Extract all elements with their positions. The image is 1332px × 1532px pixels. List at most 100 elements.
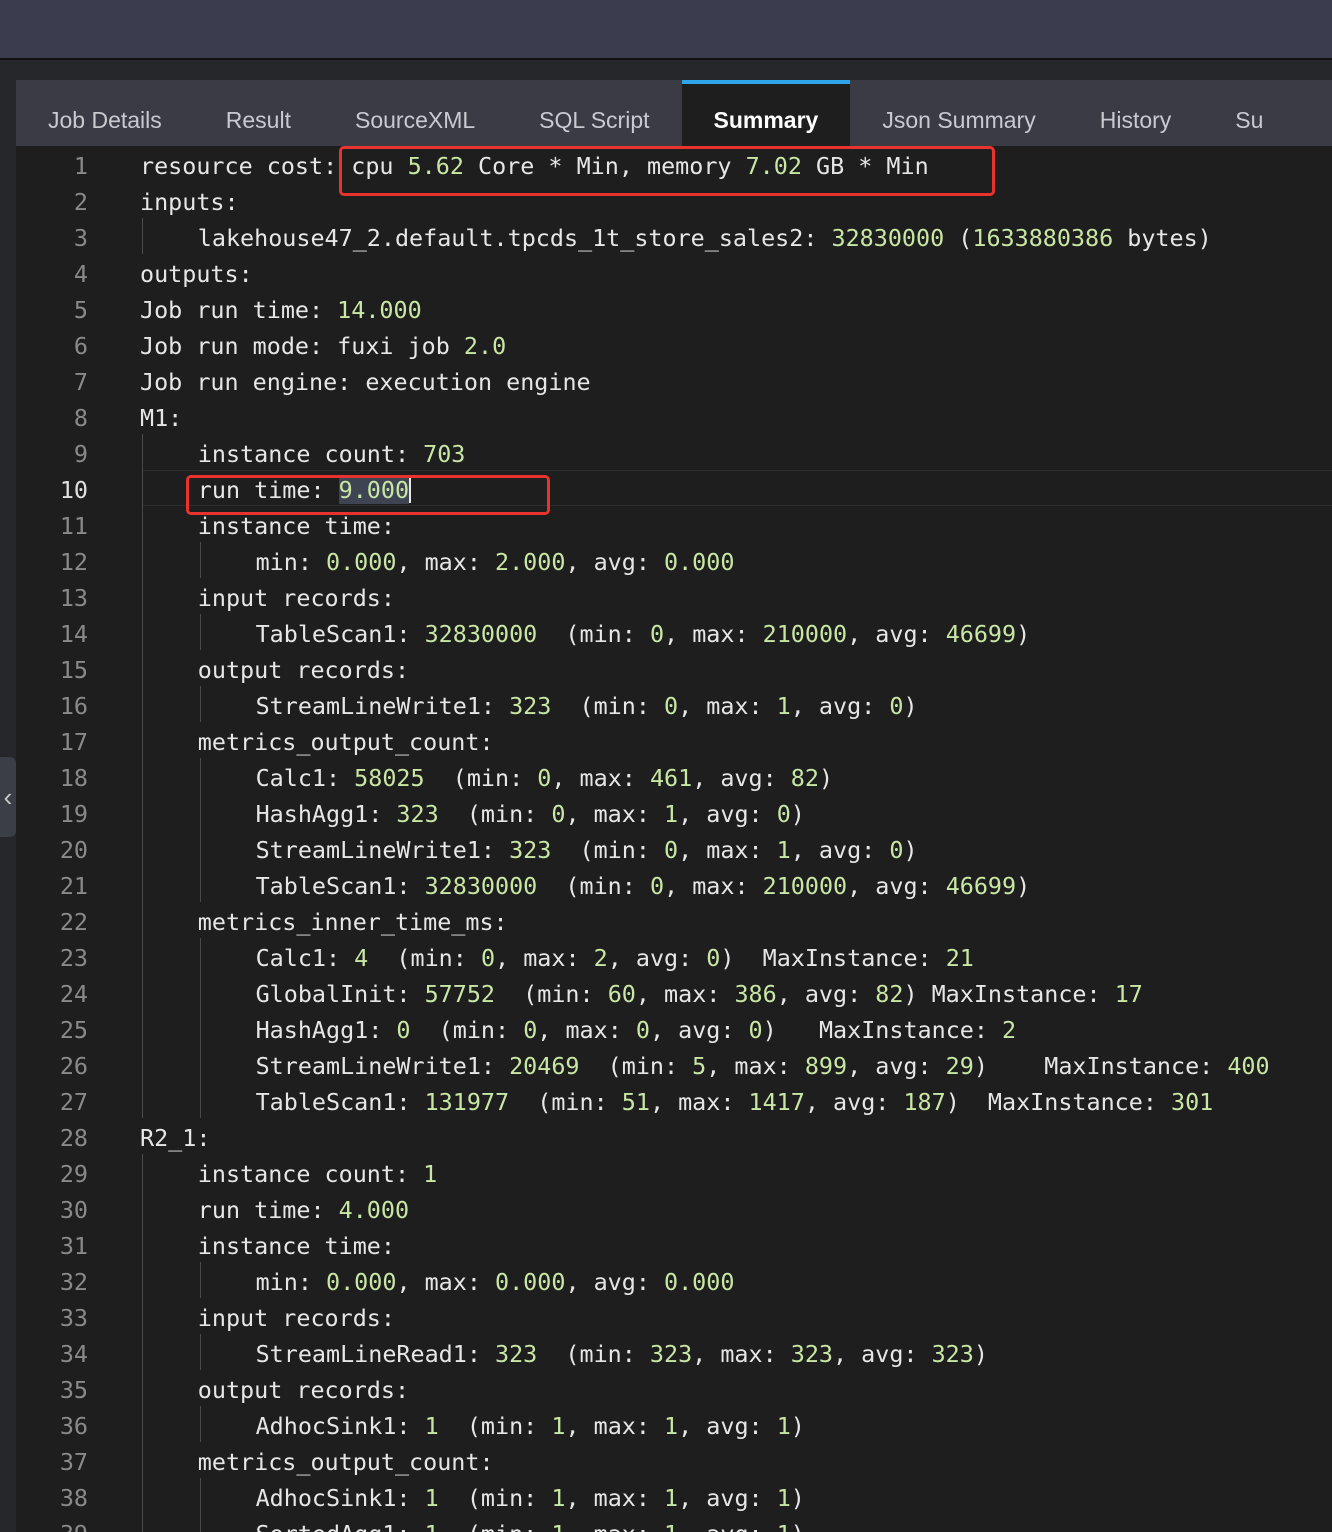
line-text: AdhocSink1: 1 (min: 1, max: 1, avg: 1)	[255, 1412, 805, 1440]
indent-guide	[199, 938, 201, 974]
indent-guide	[142, 686, 143, 722]
indent-guide	[199, 1406, 201, 1442]
code-line[interactable]: 36 AdhocSink1: 1 (min: 1, max: 1, avg: 1)	[16, 1406, 1332, 1442]
code-line[interactable]: 29 instance count: 1	[16, 1154, 1332, 1190]
summary-code-editor[interactable]: 1 resource cost: cpu 5.62 Core * Min, mem…	[16, 146, 1332, 1532]
code-line[interactable]: 1 resource cost: cpu 5.62 Core * Min, mem…	[16, 146, 1332, 182]
tab-sql-script[interactable]: SQL Script	[507, 80, 681, 146]
code-line[interactable]: 2 inputs:	[16, 182, 1332, 218]
code-line[interactable]: 24 GlobalInit: 57752 (min: 60, max: 386, …	[16, 974, 1332, 1010]
indent-guide	[142, 470, 143, 506]
line-number: 12	[59, 548, 88, 576]
line-text: TableScan1: 131977 (min: 51, max: 1417, …	[255, 1088, 1214, 1116]
line-number: 14	[59, 620, 88, 648]
line-text: input records:	[197, 584, 395, 612]
indent-guide	[142, 218, 143, 254]
line-text: StreamLineRead1: 323 (min: 323, max: 323…	[255, 1340, 988, 1368]
indent-guide	[142, 938, 143, 974]
indent-guide	[142, 1514, 143, 1532]
indent-guide	[199, 1010, 201, 1046]
indent-guide	[199, 1334, 201, 1370]
code-line[interactable]: 23 Calc1: 4 (min: 0, max: 2, avg: 0) MaxI…	[16, 938, 1332, 974]
indent-guide	[142, 1046, 143, 1082]
code-line[interactable]: 5 Job run time: 14.000	[16, 290, 1332, 326]
code-line[interactable]: 14 TableScan1: 32830000 (min: 0, max: 210…	[16, 614, 1332, 650]
line-text: run time: 9.000	[197, 475, 412, 504]
line-text: R2_1:	[140, 1124, 211, 1152]
code-line[interactable]: 34 StreamLineRead1: 323 (min: 323, max: 3…	[16, 1334, 1332, 1370]
indent-guide	[199, 1262, 201, 1298]
indent-guide	[142, 1478, 143, 1514]
code-line[interactable]: 9 instance count: 703	[16, 434, 1332, 470]
line-text: instance time:	[197, 1232, 395, 1260]
code-line[interactable]: 11 instance time:	[16, 506, 1332, 542]
line-number: 26	[59, 1052, 88, 1080]
indent-guide	[142, 722, 143, 758]
line-number: 2	[73, 188, 88, 216]
code-line[interactable]: 28 R2_1:	[16, 1118, 1332, 1154]
collapse-panel-handle[interactable]: ‹	[0, 757, 16, 837]
line-number: 34	[59, 1340, 88, 1368]
line-text: metrics_inner_time_ms:	[197, 908, 508, 936]
line-text: instance count: 703	[197, 440, 466, 468]
code-line[interactable]: 22 metrics_inner_time_ms:	[16, 902, 1332, 938]
code-line[interactable]: 39 SortedAgg1: 1 (min: 1, max: 1, avg: 1)	[16, 1514, 1332, 1532]
line-text: Job run mode: fuxi job 2.0	[140, 332, 507, 360]
indent-guide	[142, 1406, 143, 1442]
line-number: 27	[59, 1088, 88, 1116]
code-line[interactable]: 19 HashAgg1: 323 (min: 0, max: 1, avg: 0)	[16, 794, 1332, 830]
window-top-bar	[0, 0, 1332, 60]
tab-sourcexml[interactable]: SourceXML	[323, 80, 507, 146]
code-line[interactable]: 6 Job run mode: fuxi job 2.0	[16, 326, 1332, 362]
tab-su[interactable]: Su	[1203, 80, 1295, 146]
tab-history[interactable]: History	[1068, 80, 1204, 146]
line-text: run time: 4.000	[197, 1196, 410, 1224]
code-line[interactable]: 8 M1:	[16, 398, 1332, 434]
indent-guide	[142, 758, 143, 794]
code-line[interactable]: 12 min: 0.000, max: 2.000, avg: 0.000	[16, 542, 1332, 578]
tab-job-details[interactable]: Job Details	[16, 80, 194, 146]
code-line[interactable]: 18 Calc1: 58025 (min: 0, max: 461, avg: 8…	[16, 758, 1332, 794]
code-line[interactable]: 21 TableScan1: 32830000 (min: 0, max: 210…	[16, 866, 1332, 902]
code-line[interactable]: 16 StreamLineWrite1: 323 (min: 0, max: 1,…	[16, 686, 1332, 722]
indent-guide	[199, 1514, 201, 1532]
tab-result[interactable]: Result	[194, 80, 323, 146]
line-text: min: 0.000, max: 2.000, avg: 0.000	[255, 548, 735, 576]
code-line[interactable]: 4 outputs:	[16, 254, 1332, 290]
chevron-left-icon: ‹	[3, 782, 13, 812]
code-line[interactable]: 7 Job run engine: execution engine	[16, 362, 1332, 398]
code-line[interactable]: 32 min: 0.000, max: 0.000, avg: 0.000	[16, 1262, 1332, 1298]
code-line[interactable]: 20 StreamLineWrite1: 323 (min: 0, max: 1,…	[16, 830, 1332, 866]
tab-summary[interactable]: Summary	[681, 80, 851, 146]
tab-json-summary[interactable]: Json Summary	[850, 80, 1067, 146]
code-line[interactable]: 25 HashAgg1: 0 (min: 0, max: 0, avg: 0) M…	[16, 1010, 1332, 1046]
code-line[interactable]: 15 output records:	[16, 650, 1332, 686]
line-number: 16	[59, 692, 88, 720]
indent-guide	[142, 902, 143, 938]
code-line[interactable]: 33 input records:	[16, 1298, 1332, 1334]
code-line[interactable]: 38 AdhocSink1: 1 (min: 1, max: 1, avg: 1)	[16, 1478, 1332, 1514]
code-line[interactable]: 35 output records:	[16, 1370, 1332, 1406]
line-text: Job run engine: execution engine	[140, 368, 591, 396]
code-line[interactable]: 26 StreamLineWrite1: 20469 (min: 5, max: …	[16, 1046, 1332, 1082]
code-line[interactable]: 37 metrics_output_count:	[16, 1442, 1332, 1478]
indent-guide	[142, 1082, 143, 1118]
line-number: 30	[59, 1196, 88, 1224]
line-text: metrics_output_count:	[197, 728, 494, 756]
line-number: 11	[59, 512, 88, 540]
indent-guide	[199, 686, 201, 722]
code-line[interactable]: 10 run time: 9.000	[16, 470, 1332, 506]
indent-guide	[142, 1190, 143, 1226]
indent-guide	[142, 614, 143, 650]
code-line[interactable]: 17 metrics_output_count:	[16, 722, 1332, 758]
line-text: SortedAgg1: 1 (min: 1, max: 1, avg: 1)	[256, 1514, 805, 1532]
code-line[interactable]: 30 run time: 4.000	[16, 1190, 1332, 1226]
code-line[interactable]: 3 lakehouse47_2.default.tpcds_1t_store_sa…	[16, 218, 1332, 254]
line-text: outputs:	[140, 260, 253, 288]
indent-guide	[142, 578, 143, 614]
code-line[interactable]: 27 TableScan1: 131977 (min: 51, max: 1417…	[16, 1082, 1332, 1118]
code-line[interactable]: 13 input records:	[16, 578, 1332, 614]
indent-guide	[142, 1262, 143, 1298]
line-number: 17	[59, 728, 88, 756]
code-line[interactable]: 31 instance time:	[16, 1226, 1332, 1262]
